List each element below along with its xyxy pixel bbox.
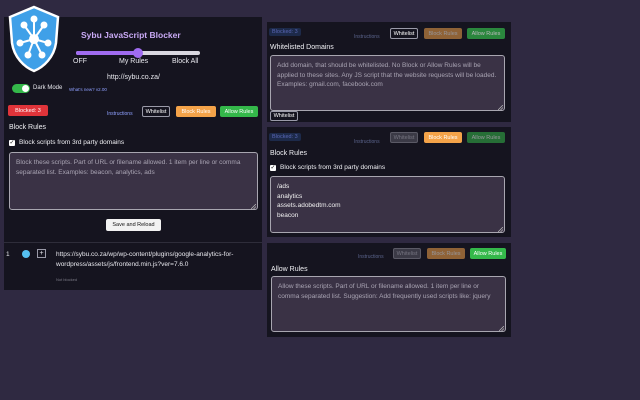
third-party-checkbox[interactable]: ✓ <box>9 140 15 146</box>
blocked-count-badge-dim: Blocked: 3 <box>269 28 301 36</box>
block-rules-title: Block Rules <box>9 124 46 131</box>
dark-mode-label: Dark Mode <box>33 85 63 91</box>
resize-grip-icon[interactable] <box>498 325 505 332</box>
instructions-link[interactable]: Instructions <box>354 34 380 40</box>
app-title: Sybu JavaScript Blocker <box>81 30 181 40</box>
dark-mode-toggle[interactable] <box>12 84 30 93</box>
third-party-checkbox[interactable]: ✓ <box>270 165 276 171</box>
rule-line: assets.adobedtm.com <box>277 202 341 209</box>
allow-rules-button[interactable]: Allow Rules <box>467 132 505 143</box>
whitelist-button[interactable]: Whitelist <box>142 106 170 117</box>
instructions-link[interactable]: Instructions <box>107 111 133 117</box>
whitelist-textarea[interactable]: Add domain, that should be whitelisted. … <box>270 55 505 111</box>
mode-myrules-label: My Rules <box>119 58 149 65</box>
whitelist-button[interactable]: Whitelist <box>390 28 418 39</box>
block-rules-button[interactable]: Block Rules <box>176 106 216 117</box>
allow-rules-panel: Instructions Whitelist Block Rules Allow… <box>267 243 511 337</box>
instructions-link[interactable]: Instructions <box>354 139 380 145</box>
blocked-count-badge: Blocked: 3 <box>8 105 48 116</box>
mode-blockall-label: Block All <box>172 58 199 65</box>
rule-line: /ads <box>277 183 290 190</box>
mode-slider[interactable] <box>76 48 200 58</box>
third-party-checkbox-label: Block scripts from 3rd party domains <box>19 139 125 146</box>
block-rules-button[interactable]: Block Rules <box>427 248 465 259</box>
script-url: https://sybu.co.za/wp/wp-content/plugins… <box>56 251 234 268</box>
resize-grip-icon[interactable] <box>497 226 504 233</box>
allow-rules-button[interactable]: Allow Rules <box>470 248 506 259</box>
slider-thumb[interactable] <box>133 48 143 58</box>
third-party-checkbox-label: Block scripts from 3rd party domains <box>280 164 386 171</box>
check-icon: ✓ <box>9 140 15 146</box>
instructions-link[interactable]: Instructions <box>358 254 384 260</box>
save-reload-button[interactable]: Save and Reload <box>106 219 161 231</box>
allow-rules-button[interactable]: Allow Rules <box>220 106 258 117</box>
panel-divider <box>4 242 262 243</box>
script-status: Not blocked <box>56 277 78 282</box>
plus-icon: + <box>39 250 44 257</box>
blocked-count-badge-dim: Blocked: 3 <box>269 133 301 141</box>
allow-rules-textarea[interactable]: Allow these scripts. Part of URL or file… <box>271 276 506 332</box>
status-dot-icon <box>22 250 30 258</box>
script-index: 1 <box>6 251 10 258</box>
block-rules-button[interactable]: Block Rules <box>424 132 462 143</box>
rule-line: beacon <box>277 211 299 219</box>
popup-panel: Sybu JavaScript Blocker OFF My Rules Blo… <box>4 5 262 290</box>
rule-line: analytics <box>277 192 303 200</box>
allow-rules-button[interactable]: Allow Rules <box>467 28 505 39</box>
block-rules-textarea[interactable]: Block these scripts. Part of URL or file… <box>9 152 258 210</box>
whitelist-save-button[interactable]: Whitelist <box>270 111 298 121</box>
slider-fill <box>76 51 138 55</box>
whitelist-button[interactable]: Whitelist <box>390 132 418 143</box>
mode-off-label: OFF <box>73 58 87 65</box>
resize-grip-icon[interactable] <box>250 203 257 210</box>
shield-network-icon <box>6 5 62 73</box>
block-rules-title: Block Rules <box>270 150 307 157</box>
whitelist-title: Whitelisted Domains <box>270 44 334 51</box>
whats-new-link[interactable]: What's new? v2.00 <box>69 87 107 92</box>
block-rules-button[interactable]: Block Rules <box>424 28 462 39</box>
block-rules-panel: Blocked: 3 Instructions Whitelist Block … <box>267 127 511 237</box>
allow-rules-title: Allow Rules <box>271 266 308 273</box>
toggle-knob <box>22 85 29 92</box>
block-rules-textarea[interactable]: /ads analytics assets.adobedtm.com beaco… <box>270 176 505 233</box>
site-url: http://sybu.co.za/ <box>107 74 160 81</box>
resize-grip-icon[interactable] <box>497 104 504 111</box>
whitelist-button[interactable]: Whitelist <box>393 248 421 259</box>
check-icon: ✓ <box>270 165 276 171</box>
add-script-button[interactable]: + <box>37 249 46 258</box>
whitelist-panel: Blocked: 3 Instructions Whitelist Block … <box>267 22 511 122</box>
